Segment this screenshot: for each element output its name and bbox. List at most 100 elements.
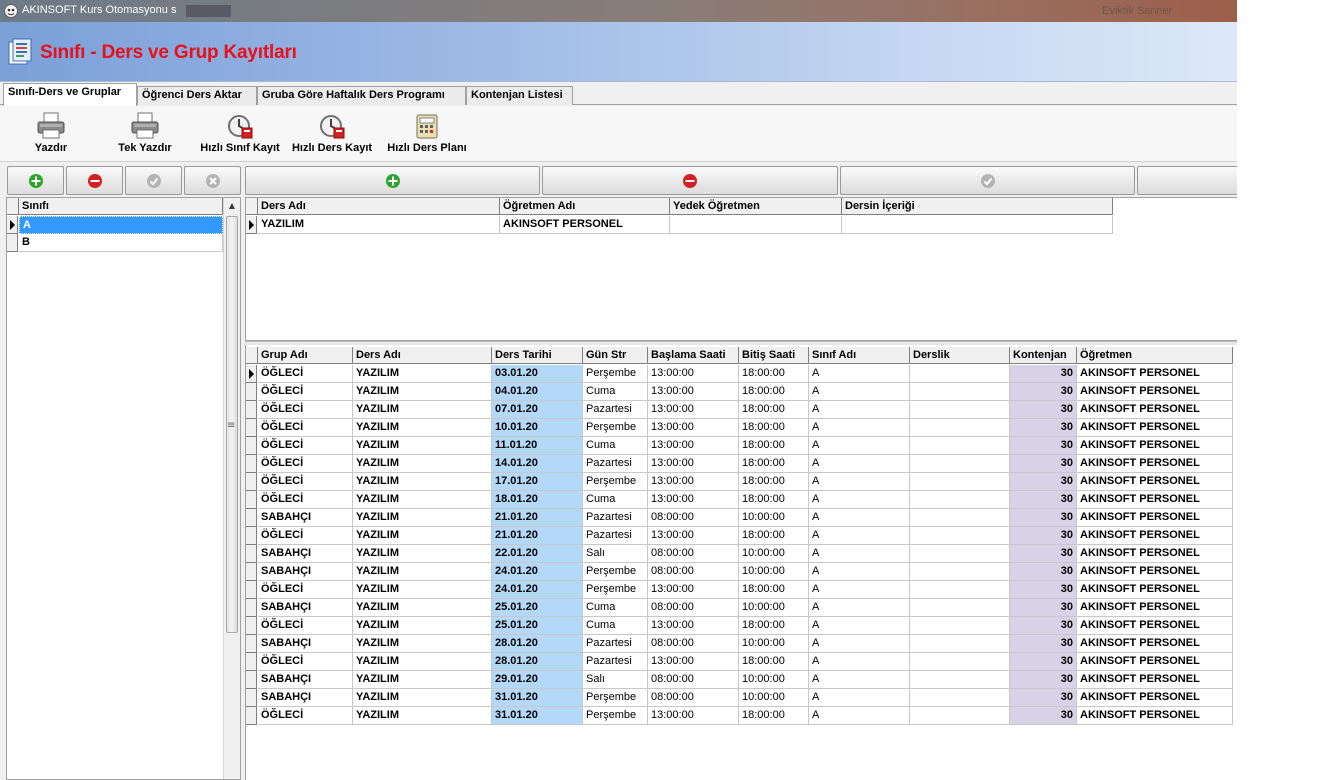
group-cell[interactable]: ÖĞLECİ (258, 707, 353, 725)
group-cell[interactable]: Pazartesi (583, 509, 648, 527)
group-cell[interactable]: YAZILIM (353, 491, 492, 509)
group-header-0[interactable]: Grup Adı (258, 347, 353, 364)
group-cell[interactable]: SABAHÇI (258, 635, 353, 653)
group-cell[interactable]: 28.01.20 (492, 653, 583, 671)
group-cell[interactable]: YAZILIM (353, 635, 492, 653)
group-cell[interactable]: 08:00:00 (648, 509, 739, 527)
group-cell[interactable] (910, 473, 1010, 491)
lesson-cell[interactable] (842, 216, 1113, 234)
group-cell[interactable] (910, 419, 1010, 437)
group-cell[interactable]: 11.01.20 (492, 437, 583, 455)
group-cell[interactable]: 30 (1010, 653, 1077, 671)
group-cell[interactable]: 18:00:00 (739, 617, 809, 635)
group-cell[interactable]: 30 (1010, 473, 1077, 491)
print-button[interactable]: Yazdır (24, 112, 78, 160)
group-cell[interactable]: YAZILIM (353, 689, 492, 707)
group-cell[interactable]: YAZILIM (353, 383, 492, 401)
group-cell[interactable]: 13:00:00 (648, 653, 739, 671)
group-cell[interactable]: AKINSOFT PERSONEL (1077, 527, 1233, 545)
lesson-row[interactable]: YAZILIM AKINSOFT PERSONEL (246, 216, 1113, 234)
single-print-button[interactable]: Tek Yazdır (110, 112, 180, 160)
group-cell[interactable]: 25.01.20 (492, 599, 583, 617)
group-row[interactable]: ÖĞLECİ YAZILIM 24.01.20 Perşembe 13:00:00 18:… (246, 581, 1233, 599)
group-cell[interactable]: A (809, 527, 910, 545)
group-cell[interactable] (910, 455, 1010, 473)
group-cell[interactable]: AKINSOFT PERSONEL (1077, 581, 1233, 599)
group-cell[interactable]: 13:00:00 (648, 617, 739, 635)
group-cell[interactable]: 18:00:00 (739, 419, 809, 437)
group-cell[interactable]: YAZILIM (353, 581, 492, 599)
group-cell[interactable]: AKINSOFT PERSONEL (1077, 401, 1233, 419)
group-cell[interactable]: Pazartesi (583, 401, 648, 419)
group-cell[interactable]: 30 (1010, 689, 1077, 707)
group-cell[interactable]: 29.01.20 (492, 671, 583, 689)
group-cell[interactable]: 30 (1010, 563, 1077, 581)
group-row[interactable]: SABAHÇI YAZILIM 21.01.20 Pazartesi 08:00:00 1… (246, 509, 1233, 527)
group-cell[interactable]: YAZILIM (353, 419, 492, 437)
group-cell[interactable]: 18:00:00 (739, 527, 809, 545)
group-cell[interactable]: Perşembe (583, 563, 648, 581)
group-cell[interactable]: Cuma (583, 383, 648, 401)
group-cell[interactable]: 18:00:00 (739, 455, 809, 473)
group-cell[interactable]: AKINSOFT PERSONEL (1077, 437, 1233, 455)
class-cell[interactable]: A (19, 216, 223, 234)
add-lesson-button[interactable] (245, 166, 540, 195)
group-cell[interactable]: 18:00:00 (739, 653, 809, 671)
group-cell[interactable]: 30 (1010, 401, 1077, 419)
group-cell[interactable]: 13:00:00 (648, 365, 739, 383)
group-row[interactable]: ÖĞLECİ YAZILIM 17.01.20 Perşembe 13:00:00 18:… (246, 473, 1233, 491)
group-cell[interactable]: A (809, 473, 910, 491)
group-cell[interactable]: SABAHÇI (258, 689, 353, 707)
group-cell[interactable]: A (809, 383, 910, 401)
group-cell[interactable]: 24.01.20 (492, 581, 583, 599)
group-cell[interactable] (910, 653, 1010, 671)
group-cell[interactable]: Pazartesi (583, 455, 648, 473)
group-cell[interactable]: 08:00:00 (648, 563, 739, 581)
group-row[interactable]: SABAHÇI YAZILIM 28.01.20 Pazartesi 08:00:00 1… (246, 635, 1233, 653)
group-cell[interactable]: 21.01.20 (492, 509, 583, 527)
group-cell[interactable]: 13:00:00 (648, 473, 739, 491)
tab-weekly-schedule[interactable]: Gruba Göre Haftalık Ders Programı (257, 86, 466, 105)
group-header-1[interactable]: Ders Adı (353, 347, 492, 364)
group-cell[interactable]: 10:00:00 (739, 545, 809, 563)
class-row[interactable]: A (7, 216, 223, 234)
group-cell[interactable]: YAZILIM (353, 707, 492, 725)
group-cell[interactable]: 18:00:00 (739, 365, 809, 383)
group-cell[interactable]: AKINSOFT PERSONEL (1077, 509, 1233, 527)
group-cell[interactable]: A (809, 491, 910, 509)
group-header-3[interactable]: Gün Str (583, 347, 648, 364)
group-cell[interactable] (910, 365, 1010, 383)
group-cell[interactable]: AKINSOFT PERSONEL (1077, 383, 1233, 401)
group-cell[interactable]: A (809, 707, 910, 725)
group-cell[interactable]: 13:00:00 (648, 383, 739, 401)
group-cell[interactable]: A (809, 437, 910, 455)
lesson-cell[interactable] (670, 216, 842, 234)
lesson-header-1[interactable]: Öğretmen Adı (500, 198, 670, 215)
group-cell[interactable] (910, 671, 1010, 689)
lesson-header-3[interactable]: Dersin İçeriği (842, 198, 1113, 215)
group-cell[interactable]: 30 (1010, 671, 1077, 689)
group-cell[interactable]: 18:00:00 (739, 473, 809, 491)
group-cell[interactable]: 10:00:00 (739, 689, 809, 707)
group-cell[interactable]: 08:00:00 (648, 599, 739, 617)
group-cell[interactable] (910, 383, 1010, 401)
group-cell[interactable]: 18.01.20 (492, 491, 583, 509)
class-row[interactable]: B (7, 234, 223, 252)
group-cell[interactable]: AKINSOFT PERSONEL (1077, 689, 1233, 707)
group-cell[interactable]: AKINSOFT PERSONEL (1077, 473, 1233, 491)
group-cell[interactable]: 18:00:00 (739, 383, 809, 401)
group-cell[interactable]: AKINSOFT PERSONEL (1077, 491, 1233, 509)
group-cell[interactable]: 08:00:00 (648, 671, 739, 689)
group-cell[interactable] (910, 491, 1010, 509)
lesson-cell[interactable]: YAZILIM (258, 216, 500, 234)
group-cell[interactable]: 14.01.20 (492, 455, 583, 473)
group-cell[interactable]: 24.01.20 (492, 563, 583, 581)
group-cell[interactable]: AKINSOFT PERSONEL (1077, 635, 1233, 653)
class-list-scrollbar[interactable]: ▲ (223, 198, 240, 779)
group-header-6[interactable]: Sınıf Adı (809, 347, 910, 364)
group-row[interactable]: ÖĞLECİ YAZILIM 14.01.20 Pazartesi 13:00:00 18… (246, 455, 1233, 473)
group-cell[interactable]: 08:00:00 (648, 689, 739, 707)
group-cell[interactable]: AKINSOFT PERSONEL (1077, 455, 1233, 473)
group-cell[interactable]: 21.01.20 (492, 527, 583, 545)
splitter-grip-icon[interactable]: ≡ (227, 420, 235, 431)
